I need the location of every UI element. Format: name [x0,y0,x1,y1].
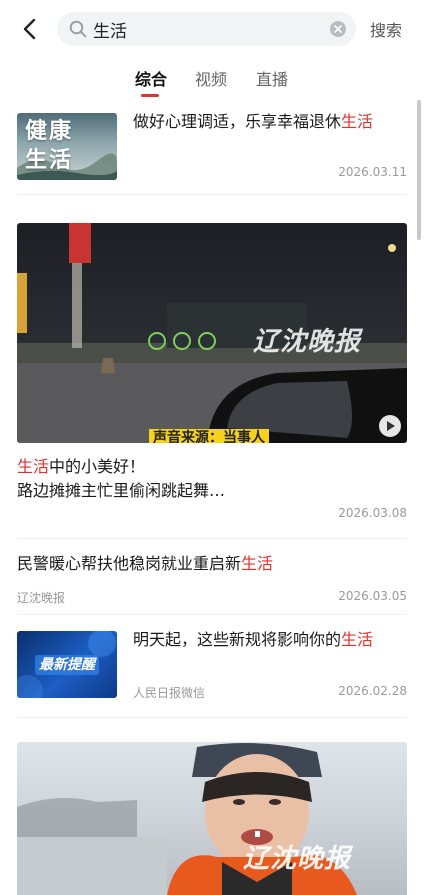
result-item[interactable]: 民警暖心帮扶他稳岗就业重启新生活 辽沈晚报 2026.03.05 [17,550,407,610]
scrollbar[interactable] [417,100,421,240]
result-date: 2026.03.11 [338,165,407,179]
video-watermark: 辽沈晚报 [243,844,352,874]
divider [17,194,407,195]
result-title: 生活中的小美好！ 路边摊摊主忙里偷闲跳起舞… [17,457,226,500]
tab-bar: 综合 视频 直播 [0,60,424,100]
video-watermark: 辽沈晚报 [253,327,362,357]
result-item[interactable]: 辽沈晚报 声音来源：当事人 生活中的小美好！ 路边摊摊主忙里偷闲跳起舞… 202… [17,223,407,533]
play-icon [386,421,395,431]
close-icon [334,25,342,33]
video-caption: 声音来源：当事人 [149,429,269,443]
thumbnail-text: 最新提醒 [39,657,95,673]
play-button[interactable] [379,415,401,437]
result-item[interactable]: 辽沈晚报 [17,742,407,895]
result-title: 明天起，这些新规将影响你的生活 [133,630,374,649]
result-item[interactable]: 健康生活 做好心理调适，乐享幸福退休生活 2026.03.11 [17,108,407,194]
result-date: 2026.02.28 [338,684,407,698]
active-tab-indicator [141,94,159,97]
tab-live[interactable]: 直播 [256,66,288,90]
back-button[interactable] [14,14,44,44]
result-thumbnail: 健康生活 [17,113,117,180]
result-item[interactable]: 最新提醒 明天起，这些新规将影响你的生活 人民日报微信 2026.02.28 [17,626,407,716]
result-date: 2026.03.08 [338,506,407,520]
result-title: 民警暖心帮扶他稳岗就业重启新生活 [17,554,274,573]
top-bar: 搜索 [0,0,424,58]
video-thumbnail: 辽沈晚报 声音来源：当事人 [17,223,407,443]
tab-video[interactable]: 视频 [195,66,227,90]
result-thumbnail: 最新提醒 [17,631,117,698]
clear-search-button[interactable] [330,21,346,37]
chevron-left-icon [23,18,36,40]
search-box[interactable] [57,12,356,46]
divider [17,538,407,539]
divider [17,717,407,718]
result-source: 人民日报微信 [133,686,206,700]
search-input[interactable] [93,17,323,41]
result-title: 做好心理调适，乐享幸福退休生活 [133,112,374,131]
tab-comprehensive[interactable]: 综合 [135,66,167,90]
thumbnail-text: 健康生活 [25,118,74,173]
search-icon [69,20,87,38]
video-thumbnail: 辽沈晚报 [17,742,407,895]
result-source: 辽沈晚报 [17,591,66,605]
search-button[interactable]: 搜索 [370,17,402,41]
divider [17,614,407,615]
result-date: 2026.03.05 [338,589,407,603]
